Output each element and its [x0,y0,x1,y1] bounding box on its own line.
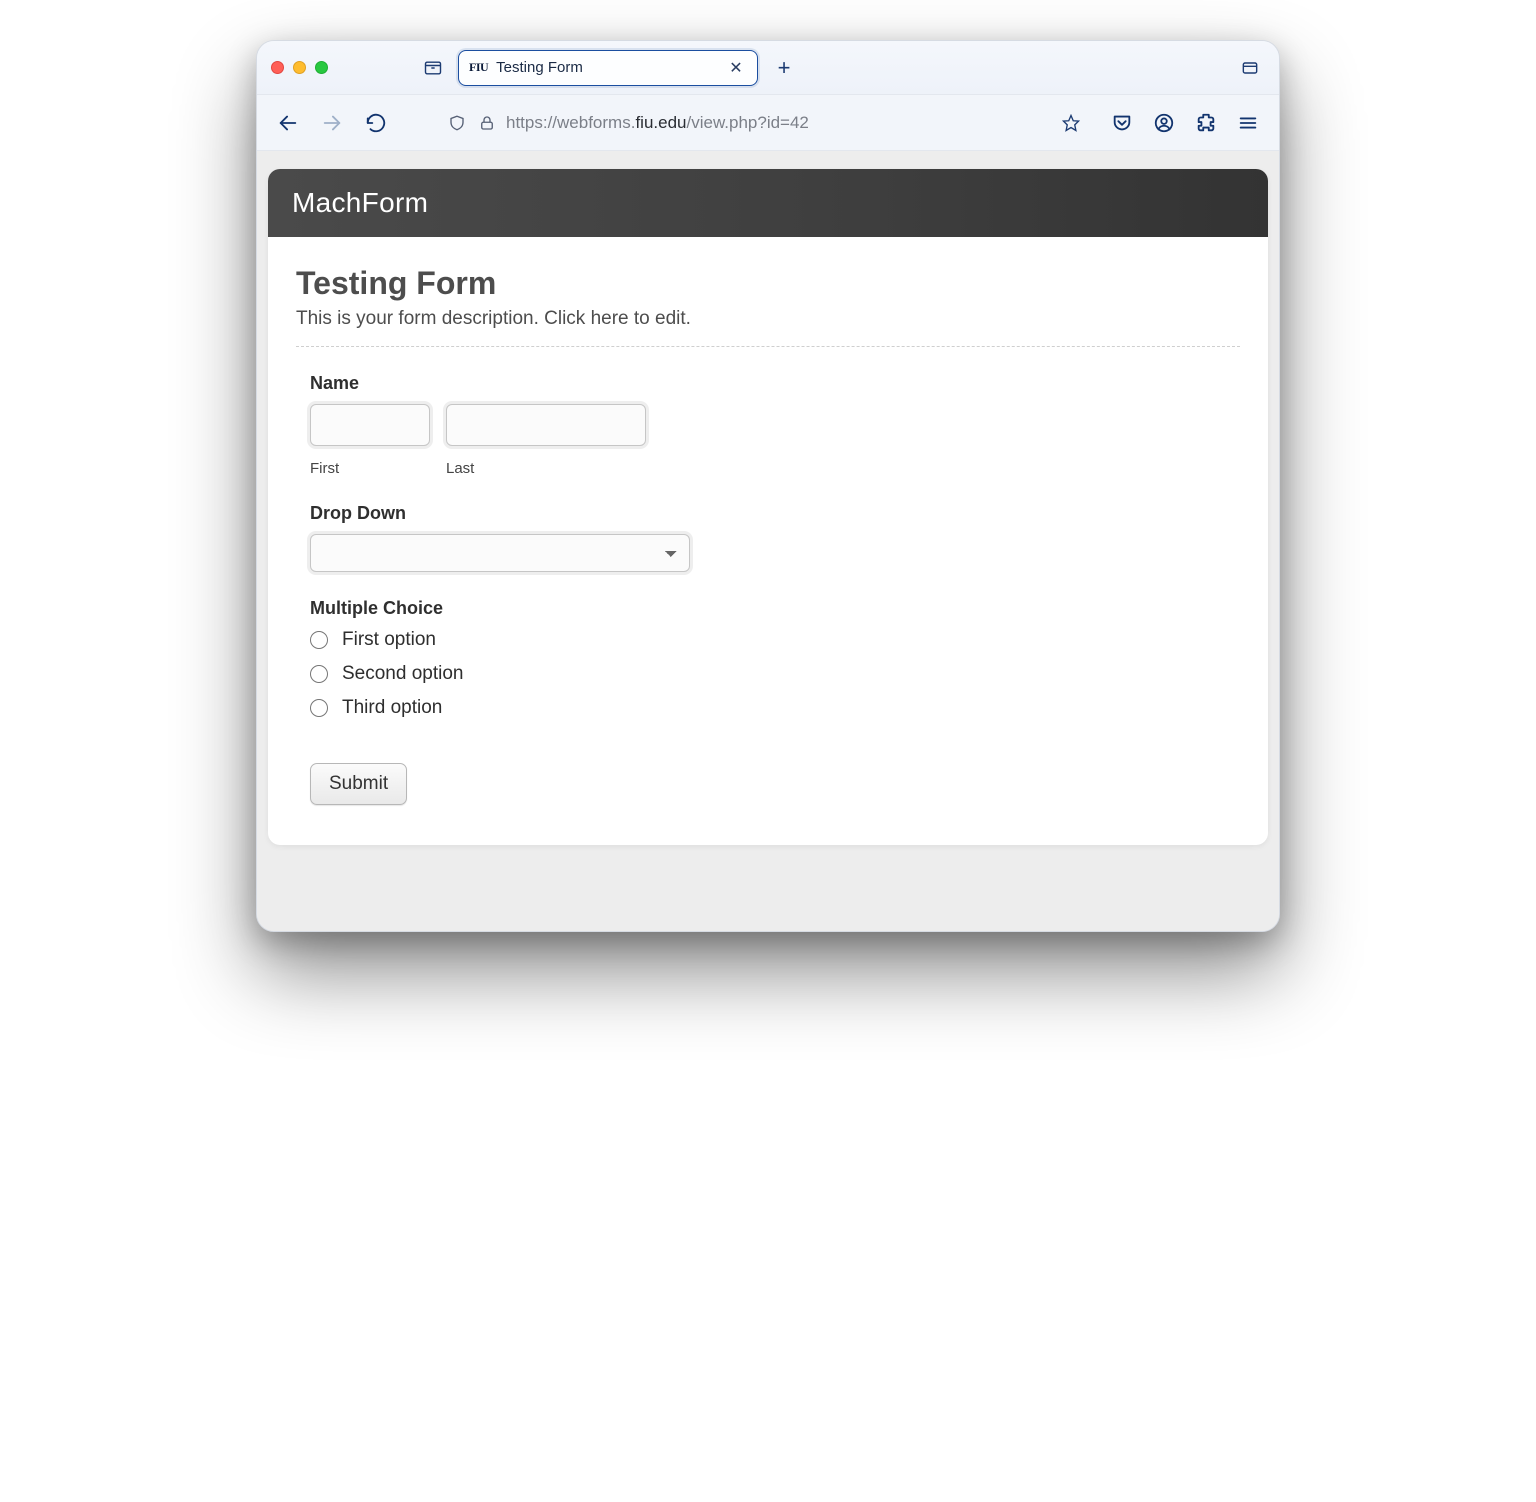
reload-button[interactable] [357,104,395,142]
last-name-sublabel: Last [446,460,646,477]
url-text: https://webforms.fiu.edu/view.php?id=42 [506,113,1052,133]
radio-label-3: Third option [342,697,442,719]
tab-title: Testing Form [496,59,719,76]
divider [296,346,1240,347]
radio-label-2: Second option [342,663,464,685]
form-title: Testing Form [296,265,1240,302]
multiple-choice-label: Multiple Choice [310,598,1240,619]
radio-list: First option Second option Third option [310,629,1240,719]
field-multiple-choice: Multiple Choice First option Second opti… [296,598,1240,719]
browser-tab[interactable]: FIU Testing Form ✕ [458,50,758,86]
extensions-icon[interactable] [1187,104,1225,142]
form-header: MachForm [268,169,1268,237]
field-name: Name First Last [296,373,1240,477]
tab-favicon: FIU [469,60,488,75]
sidebar-toggle-icon[interactable] [418,53,448,83]
window-maximize-button[interactable] [315,61,328,74]
submit-button[interactable]: Submit [310,763,407,805]
bookmark-star-icon[interactable] [1060,112,1082,134]
form-card: MachForm Testing Form This is your form … [268,169,1268,845]
radio-option-2[interactable]: Second option [310,663,1240,685]
menu-icon[interactable] [1229,104,1267,142]
form-description: This is your form description. Click her… [296,308,1240,330]
page-viewport: MachForm Testing Form This is your form … [257,151,1279,931]
radio-label-1: First option [342,629,436,651]
window-close-button[interactable] [271,61,284,74]
shield-icon[interactable] [446,112,468,134]
first-name-sublabel: First [310,460,430,477]
account-icon[interactable] [1145,104,1183,142]
app-brand: MachForm [292,187,1244,219]
url-suffix: /view.php?id=42 [686,113,808,132]
url-prefix: https://webforms. [506,113,635,132]
new-tab-button[interactable]: + [768,52,800,84]
address-bar[interactable]: https://webforms.fiu.edu/view.php?id=42 [437,103,1091,143]
titlebar: FIU Testing Form ✕ + [257,41,1279,95]
radio-input-2[interactable] [310,665,328,683]
first-name-input[interactable] [310,404,430,446]
dropdown-select[interactable] [310,534,690,572]
radio-input-3[interactable] [310,699,328,717]
browser-window: FIU Testing Form ✕ + [256,40,1280,932]
radio-option-1[interactable]: First option [310,629,1240,651]
pocket-icon[interactable] [1103,104,1141,142]
window-controls [271,61,328,74]
name-label: Name [310,373,1240,394]
radio-option-3[interactable]: Third option [310,697,1240,719]
radio-input-1[interactable] [310,631,328,649]
tab-overview-icon[interactable] [1235,53,1265,83]
tab-close-icon[interactable]: ✕ [727,58,745,78]
form-body: Testing Form This is your form descripti… [268,237,1268,845]
back-button[interactable] [269,104,307,142]
field-dropdown: Drop Down [296,503,1240,572]
window-minimize-button[interactable] [293,61,306,74]
browser-toolbar: https://webforms.fiu.edu/view.php?id=42 [257,95,1279,151]
url-host: fiu.edu [635,113,686,132]
forward-button[interactable] [313,104,351,142]
last-name-input[interactable] [446,404,646,446]
dropdown-label: Drop Down [310,503,1240,524]
lock-icon[interactable] [476,112,498,134]
